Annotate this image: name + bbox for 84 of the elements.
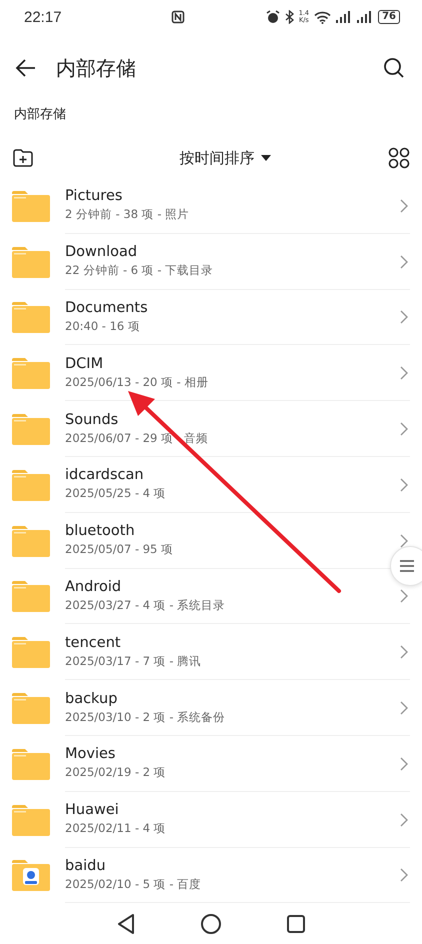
folder-row[interactable]: backup 2025/03/10 - 2 项 - 系统备份 [0, 680, 422, 736]
folder-details: 20:40 - 16 项 [65, 318, 141, 334]
folder-icon [12, 301, 50, 334]
folder-icon [12, 413, 50, 446]
folder-name: backup [65, 690, 118, 707]
page-title: 内部存储 [56, 54, 137, 82]
folder-details: 2025/03/10 - 2 项 - 系统备份 [65, 710, 226, 725]
chevron-icon [400, 254, 408, 269]
folder-plus-icon [12, 148, 34, 168]
chevron-icon [400, 812, 408, 827]
recents-nav-button[interactable] [284, 912, 308, 936]
home-nav-icon [200, 913, 222, 935]
signal-icon [357, 11, 374, 23]
folder-name: tencent [65, 634, 122, 651]
folder-row[interactable]: Movies 2025/02/19 - 2 项 [0, 736, 422, 792]
bluetooth-icon [284, 10, 294, 24]
folder-icon [12, 692, 50, 724]
folder-details: 2025/06/07 - 29 项 音频 [65, 430, 209, 446]
status-time: 22:17 [24, 8, 62, 26]
folder-name: bluetooth [65, 523, 136, 540]
folder-icon [12, 468, 50, 501]
folder-name: Movies [65, 746, 116, 762]
search-icon [382, 56, 406, 80]
recents-nav-icon [286, 914, 306, 934]
folder-details: 2025/03/27 - 4 项 - 系统目录 [65, 598, 226, 613]
folder-icon [12, 804, 50, 836]
folder-icon [12, 580, 50, 612]
chevron-icon [400, 756, 408, 771]
folder-details: 2025/02/10 - 5 项 - 百度 [65, 876, 202, 892]
grid-view-icon [388, 147, 410, 169]
folder-details: 2025/03/17 - 7 项 - 腾讯 [65, 654, 202, 669]
folder-details: 2025/06/13 - 20 项 - 相册 [65, 374, 210, 390]
chevron-icon [400, 534, 408, 548]
nfc-icon [170, 10, 185, 24]
wifi-icon [314, 10, 332, 24]
folder-row[interactable]: baidu 2025/02/10 - 5 项 - 百度 [0, 848, 422, 904]
battery-indicator: 76 [378, 10, 400, 24]
folder-details: 22 分钟前 - 6 项 - 下载目录 [65, 263, 214, 278]
caret-icon [260, 155, 270, 161]
folder-icon [12, 190, 50, 222]
chevron-icon [400, 366, 408, 380]
folder-name: Android [65, 578, 122, 595]
folder-name: Sounds [65, 412, 120, 428]
folder-row[interactable]: DCIM 2025/06/13 - 20 项 - 相册 [0, 345, 422, 402]
folder-icon [12, 246, 50, 278]
chevron-icon [400, 198, 408, 213]
chevron-icon [400, 645, 408, 660]
folder-name: idcardscan [65, 467, 145, 484]
folder-details: 2025/05/07 - 95 项 [65, 542, 174, 558]
folder-icon [12, 748, 50, 780]
home-nav-button[interactable] [198, 911, 224, 937]
chevron-icon [400, 589, 408, 604]
folder-name: Huawei [65, 802, 120, 818]
folder-row[interactable]: Download 22 分钟前 - 6 项 - 下载目录 [0, 234, 422, 290]
folder-name: DCIM [65, 356, 104, 372]
folder-name: baidu [65, 858, 107, 874]
folder-details: 2025/05/25 - 4 项 [65, 486, 167, 502]
folder-name: Pictures [65, 188, 124, 204]
chevron-icon [400, 701, 408, 716]
folder-details: 2025/02/11 - 4 项 [65, 821, 167, 836]
app-folder-icon [12, 859, 50, 892]
chevron-icon [400, 310, 408, 324]
folder-row[interactable]: idcardscan 2025/05/25 - 4 项 [0, 456, 422, 513]
folder-row[interactable]: Pictures 2 分钟前 - 38 项 - 照片 [0, 178, 422, 234]
folder-icon [12, 524, 50, 557]
folder-name: Download [65, 244, 138, 260]
folder-icon [12, 636, 50, 668]
alarm-icon [266, 10, 280, 24]
breadcrumb[interactable]: 内部存储 [14, 105, 66, 123]
back-nav-icon [116, 913, 136, 935]
folder-details: 2025/02/19 - 2 项 [65, 765, 167, 780]
folder-row[interactable]: tencent 2025/03/17 - 7 项 - 腾讯 [0, 624, 422, 680]
folder-row[interactable]: Huawei 2025/02/11 - 4 项 [0, 792, 422, 848]
menu-icon [399, 559, 415, 573]
folder-details: 2 分钟前 - 38 项 - 照片 [65, 207, 190, 222]
chevron-icon [400, 478, 408, 492]
chevron-icon [400, 868, 408, 882]
sort-dropdown[interactable]: 按时间排序 [176, 144, 274, 172]
folder-row[interactable]: Documents 20:40 - 16 项 [0, 290, 422, 346]
signal-icon [336, 11, 352, 23]
floating-menu-handle[interactable] [390, 546, 422, 586]
chevron-icon [400, 422, 408, 436]
folder-name: Documents [65, 300, 149, 316]
folder-icon [12, 357, 50, 390]
